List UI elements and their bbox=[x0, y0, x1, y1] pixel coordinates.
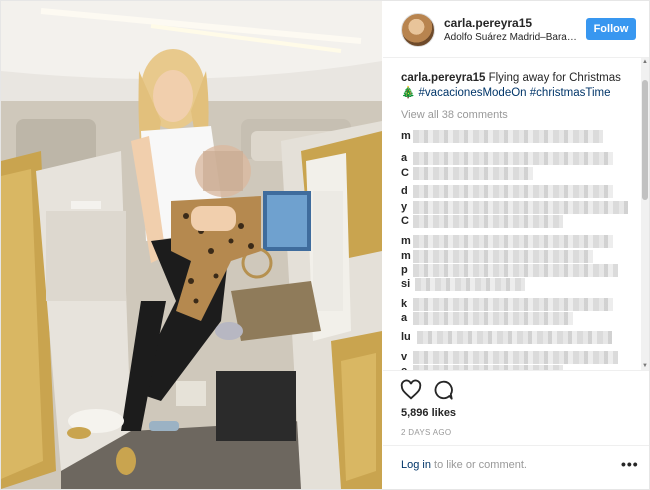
avatar[interactable] bbox=[401, 13, 435, 47]
blurred-comment-text bbox=[413, 167, 533, 180]
comment-icon[interactable] bbox=[432, 379, 454, 401]
comment-username[interactable]: k bbox=[401, 298, 407, 310]
follow-button[interactable]: Follow bbox=[586, 18, 636, 40]
heart-icon[interactable] bbox=[400, 379, 422, 401]
ellipsis-icon[interactable]: ••• bbox=[621, 456, 639, 472]
comment-username[interactable]: si bbox=[401, 278, 410, 290]
caption-username[interactable]: carla.pereyra15 bbox=[401, 72, 485, 84]
blurred-comment-text bbox=[413, 185, 613, 198]
comment-username[interactable]: y bbox=[401, 201, 407, 213]
blurred-comment-text bbox=[413, 130, 603, 143]
comment-username[interactable]: m bbox=[401, 130, 411, 142]
blurred-comment-text bbox=[413, 312, 573, 325]
comments-section: carla.pereyra15 Flying away for Christma… bbox=[383, 58, 641, 370]
blurred-comment-text bbox=[413, 235, 613, 248]
hashtag-link[interactable]: #christmasTime bbox=[530, 87, 611, 99]
post-header: carla.pereyra15 Adolfo Suárez Madrid–Bar… bbox=[383, 1, 649, 58]
comment-username[interactable]: m bbox=[401, 235, 411, 247]
hashtag-link[interactable]: #vacacionesModeOn bbox=[419, 87, 527, 99]
comments-scrollbar[interactable]: ▲ ▼ bbox=[641, 58, 649, 370]
blurred-comment-text bbox=[413, 152, 613, 165]
username-link[interactable]: carla.pereyra15 bbox=[444, 16, 532, 30]
blurred-comment-text bbox=[413, 250, 593, 263]
comment-username[interactable]: v bbox=[401, 351, 407, 363]
post-timestamp: 2 DAYS AGO bbox=[401, 428, 452, 437]
comment-username[interactable]: C bbox=[401, 167, 409, 179]
post-sidebar: carla.pereyra15 Adolfo Suárez Madrid–Bar… bbox=[383, 1, 649, 489]
login-prompt: Log in to like or comment. bbox=[401, 459, 527, 471]
christmas-tree-icon: 🎄 bbox=[401, 87, 416, 99]
post-footer: Log in to like or comment. ••• bbox=[383, 445, 649, 490]
blurred-comment-text bbox=[413, 298, 613, 311]
blurred-comment-text bbox=[417, 331, 612, 344]
likes-count[interactable]: 5,896 likes bbox=[401, 407, 456, 419]
caption: carla.pereyra15 Flying away for Christma… bbox=[401, 71, 637, 101]
login-link[interactable]: Log in bbox=[401, 459, 431, 471]
caption-text: Flying away for Christmas bbox=[485, 72, 621, 84]
scroll-up-arrow-icon[interactable]: ▲ bbox=[641, 58, 649, 66]
blurred-comment-text bbox=[415, 278, 525, 291]
blurred-comment-text bbox=[413, 215, 563, 228]
comment-username[interactable]: p bbox=[401, 264, 408, 276]
instagram-post: carla.pereyra15 Adolfo Suárez Madrid–Bar… bbox=[0, 0, 650, 490]
comment-username[interactable]: lu bbox=[401, 331, 411, 343]
view-all-comments-link[interactable]: View all 38 comments bbox=[401, 109, 508, 121]
post-photo[interactable] bbox=[1, 1, 382, 489]
comment-username[interactable]: d bbox=[401, 185, 408, 197]
post-actions: 5,896 likes 2 DAYS AGO bbox=[383, 370, 649, 441]
location-link[interactable]: Adolfo Suárez Madrid–Bara… bbox=[444, 32, 577, 43]
scroll-thumb[interactable] bbox=[642, 80, 648, 200]
comment-username[interactable]: a bbox=[401, 152, 407, 164]
photo-illustration bbox=[1, 1, 382, 489]
blurred-comment-text bbox=[413, 264, 618, 277]
login-prompt-text: to like or comment. bbox=[430, 459, 527, 471]
comment-username[interactable]: a bbox=[401, 312, 407, 324]
scroll-down-arrow-icon[interactable]: ▼ bbox=[641, 362, 649, 370]
comment-username[interactable]: C bbox=[401, 215, 409, 227]
blurred-comment-text bbox=[413, 201, 628, 214]
comment-username[interactable]: m bbox=[401, 250, 411, 262]
blurred-comment-text bbox=[413, 351, 618, 364]
